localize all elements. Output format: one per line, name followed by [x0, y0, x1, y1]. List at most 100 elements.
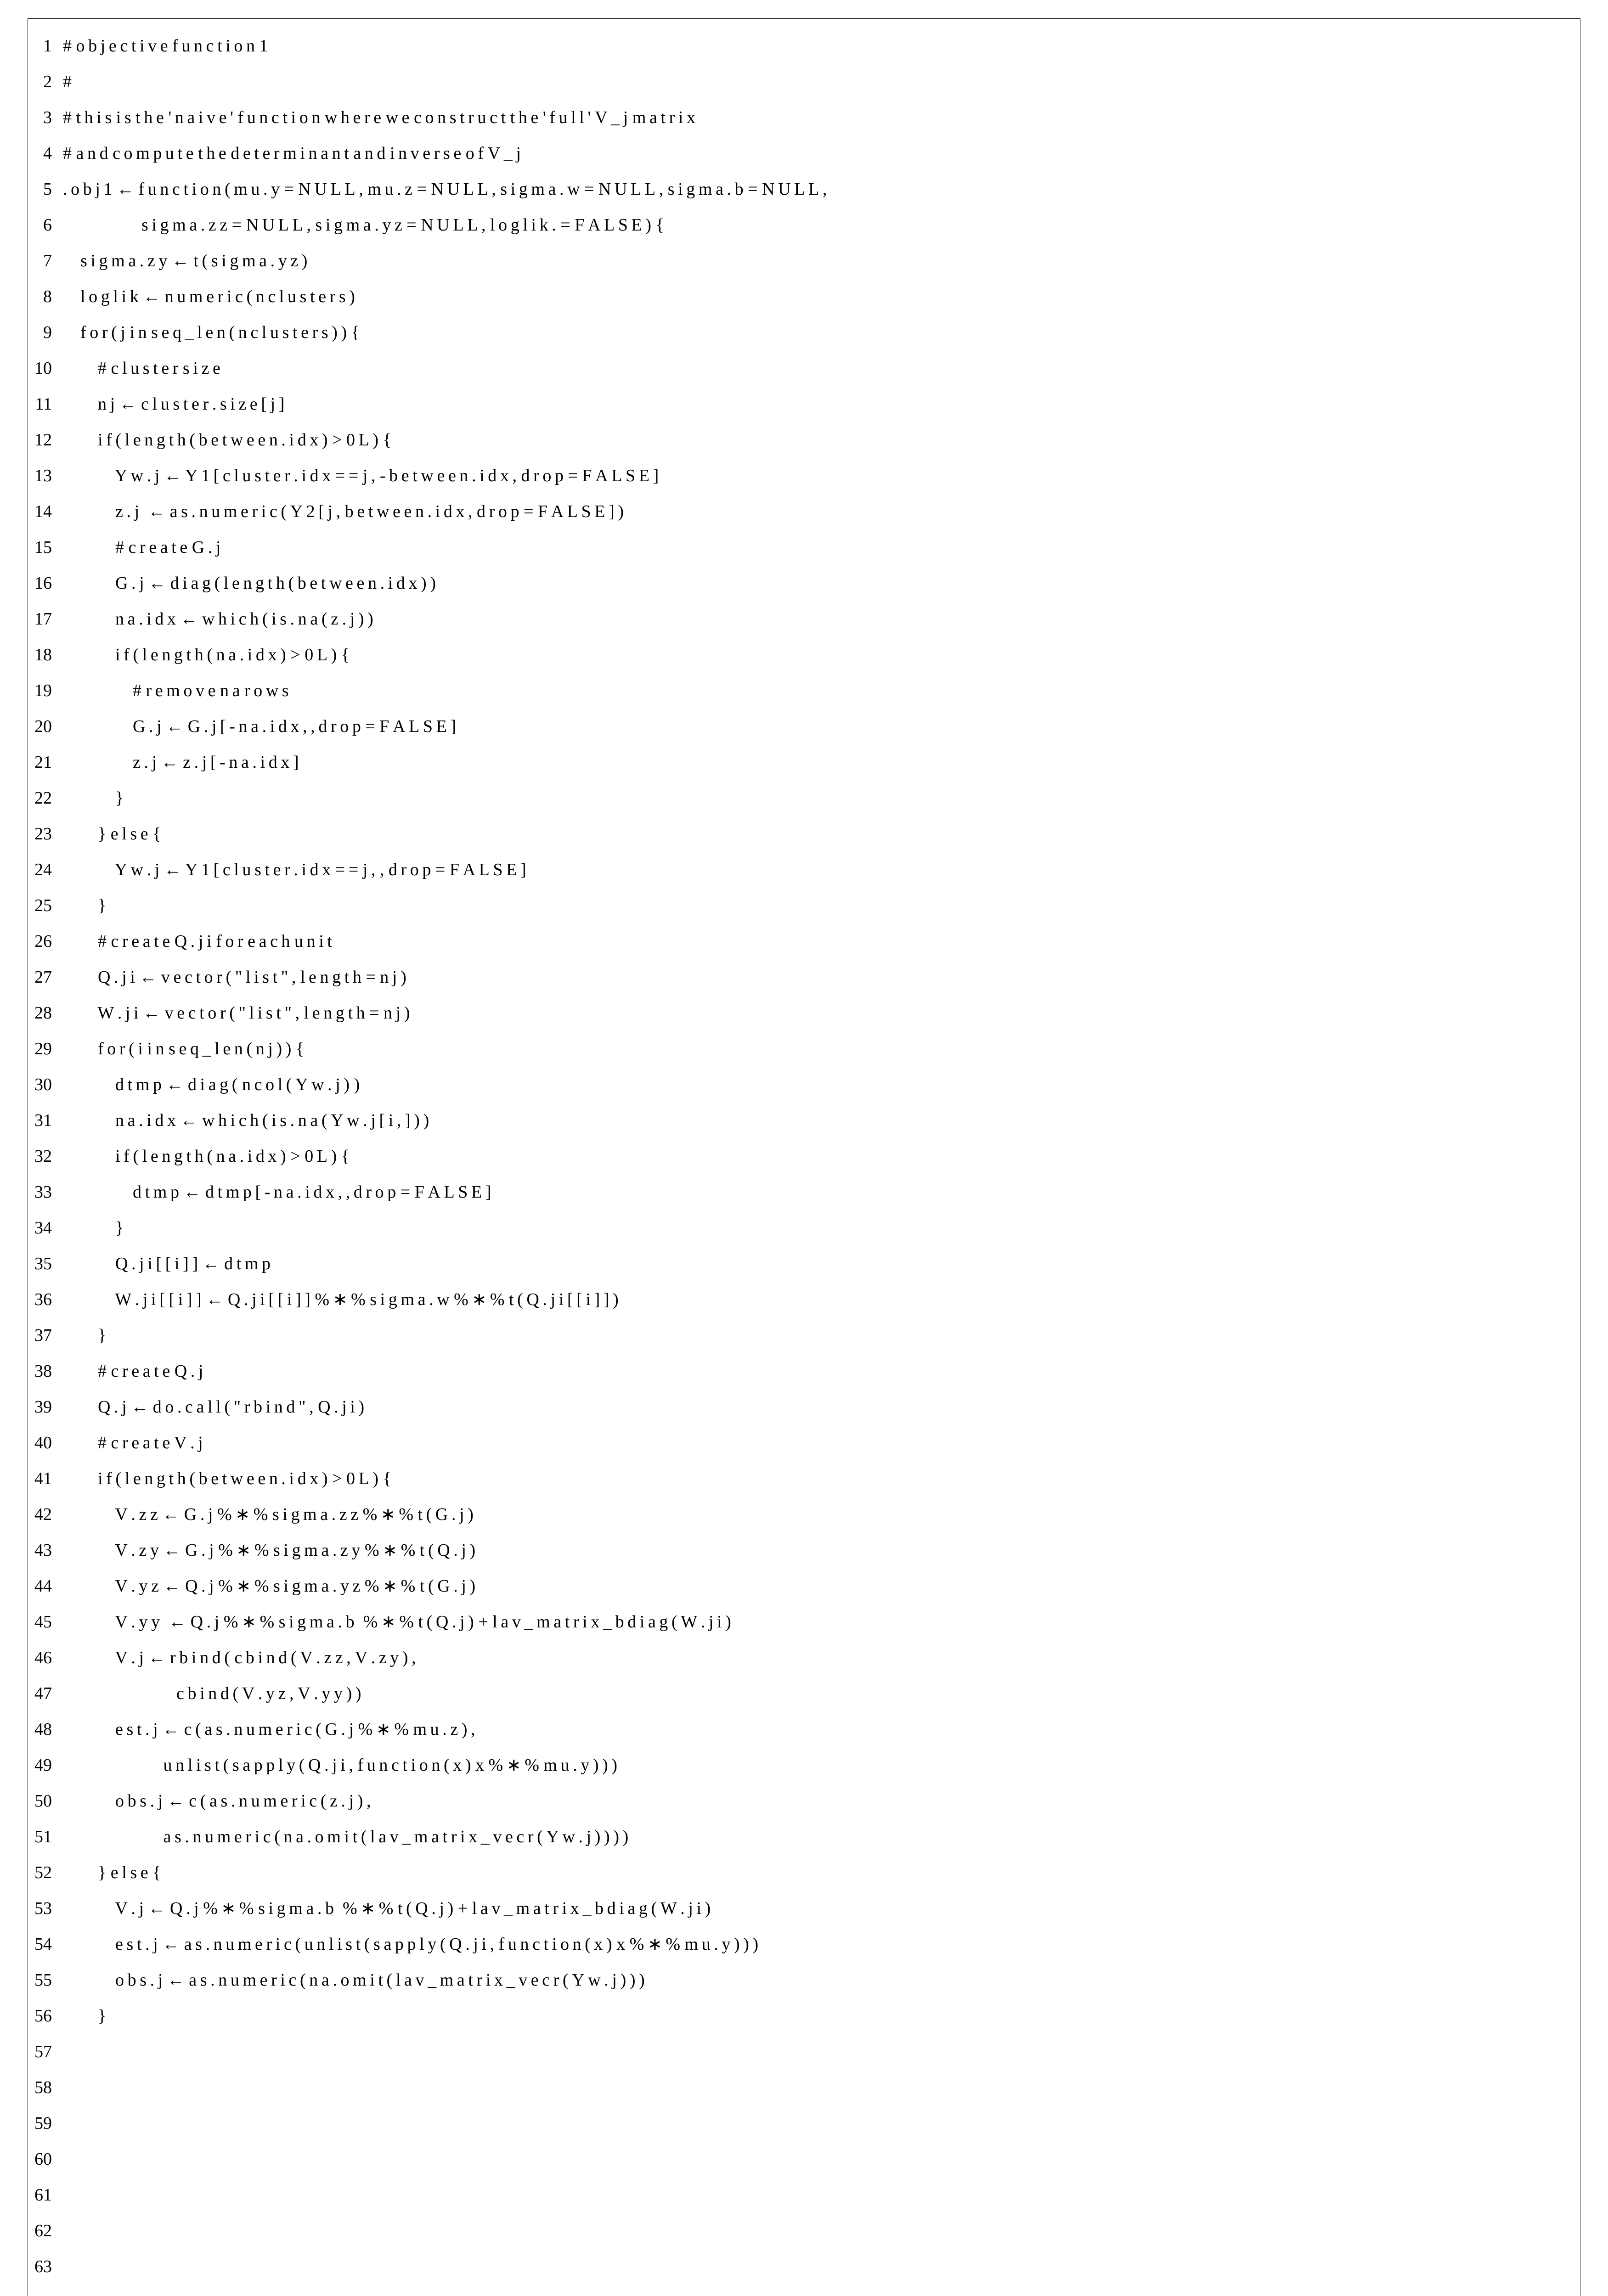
- line-number: 21: [34, 744, 52, 780]
- code-line: }: [63, 1317, 1574, 1353]
- code-line: d t m p ← d t m p [ - n a . i d x , , d …: [63, 1174, 1574, 1210]
- line-number: 30: [34, 1067, 52, 1103]
- line-number: 19: [34, 673, 52, 709]
- line-number: 31: [34, 1103, 52, 1138]
- line-number: 43: [34, 1532, 52, 1568]
- line-number: 18: [34, 637, 52, 673]
- code-line: } e l s e {: [63, 816, 1574, 852]
- code-line: z . j ← z . j [ - n a . i d x ]: [63, 744, 1574, 780]
- line-number: 46: [34, 1640, 52, 1676]
- line-number: 61: [34, 2177, 52, 2213]
- code-line: #: [63, 64, 1574, 100]
- code-line: e s t . j ← a s . n u m e r i c ( u n l …: [63, 1926, 1574, 1962]
- line-number: 10: [34, 350, 52, 386]
- line-number: 39: [34, 1389, 52, 1425]
- code-line: d t m p ← d i a g ( n c o l ( Y w . j ) …: [63, 1067, 1574, 1103]
- code-line: n a . i d x ← w h i c h ( i s . n a ( z …: [63, 601, 1574, 637]
- code-line: V . z z ← G . j % ∗ % s i g m a . z z % …: [63, 1497, 1574, 1532]
- code-line: s i g m a . z z = N U L L , s i g m a . …: [63, 207, 1574, 243]
- line-number: 14: [34, 494, 52, 529]
- code-line: # o b j e c t i v e f u n c t i o n 1: [63, 28, 1574, 64]
- code-line: W . j i [ [ i ] ] ← Q . j i [ [ i ] ] % …: [63, 1282, 1574, 1317]
- code-line: s i g m a . z y ← t ( s i g m a . y z ): [63, 243, 1574, 279]
- code-line: # a n d c o m p u t e t h e d e t e r m …: [63, 135, 1574, 171]
- line-number: 37: [34, 1317, 52, 1353]
- code-line: u n l i s t ( s a p p l y ( Q . j i , f …: [63, 1747, 1574, 1783]
- line-number: 52: [34, 1855, 52, 1891]
- line-number: 63: [34, 2249, 52, 2285]
- code-line: Q . j i [ [ i ] ] ← d t m p: [63, 1246, 1574, 1282]
- line-number: 3: [34, 100, 52, 135]
- code-line: c b i n d ( V . y z , V . y y ) ): [63, 1676, 1574, 1711]
- line-number: 17: [34, 601, 52, 637]
- code-line: n a . i d x ← w h i c h ( i s . n a ( Y …: [63, 1103, 1574, 1138]
- line-number: 27: [34, 959, 52, 995]
- line-number: 20: [34, 709, 52, 744]
- code-line: V . y y ← Q . j % ∗ % s i g m a . b % ∗ …: [63, 1604, 1574, 1640]
- line-number: 59: [34, 2105, 52, 2141]
- code-line: i f ( l e n g t h ( b e t w e e n . i d …: [63, 1461, 1574, 1497]
- line-number: 53: [34, 1891, 52, 1926]
- line-number: 42: [34, 1497, 52, 1532]
- line-number: 12: [34, 422, 52, 458]
- line-number: 5: [34, 171, 52, 207]
- code-line: i f ( l e n g t h ( n a . i d x ) > 0 L …: [63, 637, 1574, 673]
- code-line: }: [63, 888, 1574, 923]
- line-number: 51: [34, 1819, 52, 1855]
- code-listing-frame: 1234567891011121314151617181920212223242…: [28, 18, 1580, 2296]
- line-number: 26: [34, 923, 52, 959]
- code-line: o b s . j ← a s . n u m e r i c ( n a . …: [63, 1962, 1574, 1998]
- line-number: 16: [34, 565, 52, 601]
- code-line: l o g l i k ← n u m e r i c ( n c l u s …: [63, 279, 1574, 315]
- code-line: # t h i s i s t h e ' n a i v e ' f u n …: [63, 100, 1574, 135]
- code-line: Q . j i ← v e c t o r ( " l i s t " , l …: [63, 959, 1574, 995]
- line-number: 24: [34, 852, 52, 888]
- line-number: 13: [34, 458, 52, 494]
- code-line: z . j ← a s . n u m e r i c ( Y 2 [ j , …: [63, 494, 1574, 529]
- line-number: 57: [34, 2034, 52, 2070]
- line-number: 60: [34, 2141, 52, 2177]
- line-number: 38: [34, 1353, 52, 1389]
- code-line: G . j ← d i a g ( l e n g t h ( b e t w …: [63, 565, 1574, 601]
- line-number: 25: [34, 888, 52, 923]
- code-line: } e l s e {: [63, 1855, 1574, 1891]
- line-number-gutter: 1234567891011121314151617181920212223242…: [28, 19, 58, 2296]
- line-number: 50: [34, 1783, 52, 1819]
- line-number: 23: [34, 816, 52, 852]
- line-number: 56: [34, 1998, 52, 2034]
- code-line: W . j i ← v e c t o r ( " l i s t " , l …: [63, 995, 1574, 1031]
- line-number: 54: [34, 1926, 52, 1962]
- line-number: 22: [34, 780, 52, 816]
- line-number: 34: [34, 1210, 52, 1246]
- code-line: }: [63, 1998, 1574, 2034]
- line-number: 35: [34, 1246, 52, 1282]
- code-line: Q . j ← d o . c a l l ( " r b i n d " , …: [63, 1389, 1574, 1425]
- code-line: }: [63, 1210, 1574, 1246]
- line-number: 6: [34, 207, 52, 243]
- line-number: 28: [34, 995, 52, 1031]
- line-number: 29: [34, 1031, 52, 1067]
- code-line: o b s . j ← c ( a s . n u m e r i c ( z …: [63, 1783, 1574, 1819]
- code-line: Y w . j ← Y 1 [ c l u s t e r . i d x = …: [63, 458, 1574, 494]
- code-line: . o b j 1 ← f u n c t i o n ( m u . y = …: [63, 171, 1574, 207]
- code-line: Y w . j ← Y 1 [ c l u s t e r . i d x = …: [63, 852, 1574, 888]
- code-line: i f ( l e n g t h ( b e t w e e n . i d …: [63, 422, 1574, 458]
- line-number: 2: [34, 64, 52, 100]
- line-number: 40: [34, 1425, 52, 1461]
- code-line: a s . n u m e r i c ( n a . o m i t ( l …: [63, 1819, 1574, 1855]
- line-number: 48: [34, 1711, 52, 1747]
- code-line: }: [63, 780, 1574, 816]
- line-number: 58: [34, 2070, 52, 2105]
- code-line: V . j ← Q . j % ∗ % s i g m a . b % ∗ % …: [63, 1891, 1574, 1926]
- line-number: 64: [34, 2285, 52, 2296]
- code-line: G . j ← G . j [ - n a . i d x , , d r o …: [63, 709, 1574, 744]
- line-number: 15: [34, 529, 52, 565]
- line-number: 8: [34, 279, 52, 315]
- code-line: # c l u s t e r s i z e: [63, 350, 1574, 386]
- line-number: 49: [34, 1747, 52, 1783]
- code-line: # c r e a t e Q . j i f o r e a c h u n …: [63, 923, 1574, 959]
- line-number: 33: [34, 1174, 52, 1210]
- line-number: 47: [34, 1676, 52, 1711]
- code-line: i f ( l e n g t h ( n a . i d x ) > 0 L …: [63, 1138, 1574, 1174]
- line-number: 11: [34, 386, 52, 422]
